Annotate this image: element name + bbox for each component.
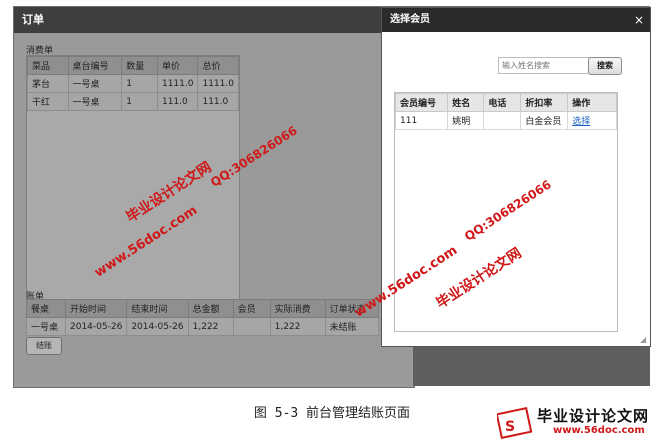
checkout-button[interactable]: 结账 [26,337,62,355]
member-header: 姓名 [447,93,485,112]
member-cell [232,317,271,336]
actual-consumption-cell: 1,222 [269,317,326,336]
bill-header: 会员 [232,299,271,318]
dish-cell: 干红 [27,92,69,111]
total-price-cell: 111.0 [197,92,239,111]
consumption-header: 数量 [121,56,158,75]
order-status-cell: 未结账 [324,317,379,336]
table-no-cell: 一号桌 [67,74,123,93]
svg-text:S: S [505,419,515,435]
member-phone-cell [483,111,522,130]
member-header: 电话 [483,93,522,112]
bill-header: 餐桌 [26,299,66,318]
select-member-link[interactable]: 选择 [572,117,590,127]
table-row[interactable]: 111 姚明 白金会员 选择 [394,111,617,130]
bill-header: 总金额 [187,299,234,318]
consumption-header: 桌台编号 [67,56,123,75]
bill-header: 结束时间 [126,299,189,318]
member-header: 操作 [567,93,617,112]
logo-url: www.56doc.com [553,425,645,436]
total-price-cell: 1111.0 [197,74,239,93]
bill-table-cell: 一号桌 [26,317,66,336]
search-button[interactable]: 搜索 [588,57,622,75]
resize-grip-icon[interactable]: ◢ [640,336,648,344]
member-table: 会员编号 姓名 电话 折扣率 操作 111 姚明 白金会员 选择 [394,93,617,130]
logo-text: 毕业设计论文网 [537,407,650,425]
total-amount-cell: 1,222 [187,317,234,336]
bill-header: 实际消费 [269,299,326,318]
table-row[interactable]: 干红 一号桌 1 111.0 111.0 [27,92,239,111]
close-icon[interactable]: × [634,8,644,32]
quantity-cell: 1 [121,92,158,111]
bill-header: 开始时间 [64,299,128,318]
consumption-panel: 菜品 桌台编号 数量 单价 总价 茅台 一号桌 1 1111.0 1111.0 [26,55,240,305]
unit-price-cell: 1111.0 [156,74,199,93]
order-window: 订单 消费单 菜品 桌台编号 数量 单价 总价 茅台 一号桌 1 1111.0 … [13,6,415,388]
member-header: 会员编号 [394,93,449,112]
background-dim-area-lower [413,345,650,386]
member-search-input[interactable] [498,57,590,74]
quantity-cell: 1 [121,74,158,93]
start-time-cell: 2014-05-26 [64,317,128,336]
order-window-body: 消费单 菜品 桌台编号 数量 单价 总价 茅台 一号桌 1 1111.0 111… [14,33,414,387]
end-time-cell: 2014-05-26 [126,317,189,336]
select-member-dialog: 选择会员 × 搜索 会员编号 姓名 电话 折扣率 操作 111 姚明 白金会员 [381,7,651,347]
member-header: 折扣率 [520,93,569,112]
consumption-header: 总价 [197,56,239,75]
dialog-title: 选择会员 [382,8,650,32]
member-discount-cell: 白金会员 [520,111,569,130]
member-action-cell: 选择 [567,111,617,130]
member-id-cell: 111 [394,111,449,130]
dish-cell: 茅台 [27,74,69,93]
consumption-header: 单价 [156,56,199,75]
member-name-cell: 姚明 [447,111,485,130]
bill-table: 餐桌 开始时间 结束时间 总金额 会员 实际消费 订单状态 一号桌 2014-0… [26,299,379,336]
table-row[interactable]: 一号桌 2014-05-26 2014-05-26 1,222 1,222 未结… [26,317,379,336]
logo-icon: S [495,406,533,440]
site-logo: S 毕业设计论文网 www.56doc.com [495,405,657,441]
unit-price-cell: 111.0 [156,92,199,111]
order-window-title: 订单 [14,7,414,33]
consumption-header: 菜品 [27,56,69,75]
consumption-table: 菜品 桌台编号 数量 单价 总价 茅台 一号桌 1 1111.0 1111.0 [27,56,239,111]
table-no-cell: 一号桌 [67,92,123,111]
table-row[interactable]: 茅台 一号桌 1 1111.0 1111.0 [27,74,239,93]
